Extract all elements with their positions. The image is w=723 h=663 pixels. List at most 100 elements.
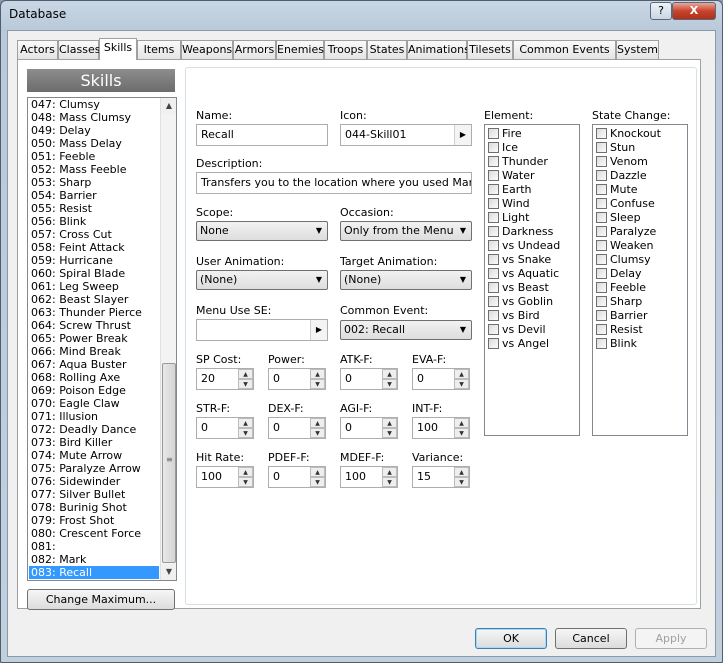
- spin-up-icon[interactable]: ▲: [238, 418, 253, 428]
- checkbox-icon[interactable]: [596, 268, 607, 279]
- dex-f-stepper[interactable]: 0 ▲ ▼: [268, 417, 326, 439]
- checkbox-icon[interactable]: [488, 296, 499, 307]
- list-item[interactable]: 047: Clumsy: [29, 98, 159, 111]
- list-item[interactable]: 079: Frost Shot: [29, 514, 159, 527]
- spin-up-icon[interactable]: ▲: [238, 467, 253, 477]
- checkbox-icon[interactable]: [596, 254, 607, 265]
- element-checkbox[interactable]: Thunder: [488, 155, 548, 169]
- tab-actors[interactable]: Actors: [17, 40, 58, 59]
- spin-up-icon[interactable]: ▲: [382, 467, 397, 477]
- checkbox-icon[interactable]: [596, 170, 607, 181]
- checkbox-icon[interactable]: [596, 226, 607, 237]
- list-item[interactable]: 081:: [29, 540, 159, 553]
- name-field[interactable]: Recall: [196, 124, 328, 146]
- checkbox-icon[interactable]: [596, 128, 607, 139]
- help-button[interactable]: ?: [650, 2, 672, 20]
- element-checkbox[interactable]: Darkness: [488, 225, 553, 239]
- hitrate-stepper[interactable]: 100 ▲ ▼: [196, 466, 254, 488]
- common-event-select[interactable]: 002: Recall ▼: [340, 320, 472, 340]
- scroll-up-arrow-icon[interactable]: ▲: [161, 98, 176, 114]
- icon-field[interactable]: 044-Skill01 ▶: [340, 124, 472, 146]
- checkbox-icon[interactable]: [488, 324, 499, 335]
- spin-down-icon[interactable]: ▼: [454, 428, 469, 438]
- list-item[interactable]: 057: Cross Cut: [29, 228, 159, 241]
- apply-button[interactable]: Apply: [635, 628, 707, 649]
- agi-f-stepper[interactable]: 0 ▲ ▼: [340, 417, 398, 439]
- tab-skills[interactable]: Skills: [99, 38, 137, 60]
- str-f-stepper[interactable]: 0 ▲ ▼: [196, 417, 254, 439]
- state-checkbox[interactable]: Sharp: [596, 295, 642, 309]
- list-item[interactable]: 071: Illusion: [29, 410, 159, 423]
- element-checkbox[interactable]: Earth: [488, 183, 532, 197]
- checkbox-icon[interactable]: [488, 254, 499, 265]
- list-item[interactable]: 072: Deadly Dance: [29, 423, 159, 436]
- list-item[interactable]: 063: Thunder Pierce: [29, 306, 159, 319]
- state-checkbox[interactable]: Clumsy: [596, 253, 651, 267]
- list-item[interactable]: 056: Blink: [29, 215, 159, 228]
- checkbox-icon[interactable]: [596, 282, 607, 293]
- checkbox-icon[interactable]: [596, 324, 607, 335]
- state-checkbox[interactable]: Paralyze: [596, 225, 656, 239]
- spcost-stepper[interactable]: 20 ▲ ▼: [196, 368, 254, 390]
- tab-items[interactable]: Items: [137, 40, 181, 59]
- spin-up-icon[interactable]: ▲: [454, 467, 469, 477]
- pdef-f-stepper[interactable]: 0 ▲ ▼: [268, 466, 326, 488]
- checkbox-icon[interactable]: [488, 184, 499, 195]
- list-item[interactable]: 069: Poison Edge: [29, 384, 159, 397]
- element-checkbox[interactable]: vs Goblin: [488, 295, 553, 309]
- spin-up-icon[interactable]: ▲: [238, 369, 253, 379]
- tab-weapons[interactable]: Weapons: [181, 40, 233, 59]
- list-item[interactable]: 078: Burinig Shot: [29, 501, 159, 514]
- list-item[interactable]: 065: Power Break: [29, 332, 159, 345]
- spin-down-icon[interactable]: ▼: [382, 477, 397, 487]
- spin-down-icon[interactable]: ▼: [382, 428, 397, 438]
- change-maximum-button[interactable]: Change Maximum...: [27, 589, 175, 610]
- list-item[interactable]: 060: Spiral Blade: [29, 267, 159, 280]
- tab-armors[interactable]: Armors: [233, 40, 276, 59]
- list-item[interactable]: 053: Sharp: [29, 176, 159, 189]
- list-item[interactable]: 058: Feint Attack: [29, 241, 159, 254]
- description-field[interactable]: Transfers you to the location where you …: [196, 172, 472, 194]
- element-checkbox[interactable]: vs Beast: [488, 281, 549, 295]
- spin-down-icon[interactable]: ▼: [310, 477, 325, 487]
- list-item[interactable]: 070: Eagle Claw: [29, 397, 159, 410]
- checkbox-icon[interactable]: [596, 240, 607, 251]
- scroll-down-arrow-icon[interactable]: ▼: [161, 564, 176, 580]
- checkbox-icon[interactable]: [488, 142, 499, 153]
- element-checkbox[interactable]: Water: [488, 169, 535, 183]
- element-checkbox[interactable]: vs Angel: [488, 337, 549, 351]
- tab-classes[interactable]: Classes: [58, 40, 100, 59]
- checkbox-icon[interactable]: [488, 128, 499, 139]
- variance-stepper[interactable]: 15 ▲ ▼: [412, 466, 470, 488]
- spin-up-icon[interactable]: ▲: [454, 418, 469, 428]
- list-item[interactable]: 067: Aqua Buster: [29, 358, 159, 371]
- state-checkbox[interactable]: Dazzle: [596, 169, 647, 183]
- spin-down-icon[interactable]: ▼: [238, 428, 253, 438]
- state-checkbox[interactable]: Mute: [596, 183, 638, 197]
- element-checkbox[interactable]: Fire: [488, 127, 522, 141]
- list-item[interactable]: 052: Mass Feeble: [29, 163, 159, 176]
- state-checkbox[interactable]: Sleep: [596, 211, 641, 225]
- element-checkbox[interactable]: vs Bird: [488, 309, 540, 323]
- checkbox-icon[interactable]: [596, 338, 607, 349]
- user-animation-select[interactable]: (None) ▼: [196, 270, 328, 290]
- state-checkbox[interactable]: Stun: [596, 141, 635, 155]
- spin-down-icon[interactable]: ▼: [310, 428, 325, 438]
- chevron-right-icon[interactable]: ▶: [454, 125, 471, 145]
- list-item[interactable]: 077: Silver Bullet: [29, 488, 159, 501]
- list-item[interactable]: 073: Bird Killer: [29, 436, 159, 449]
- element-checkbox[interactable]: vs Undead: [488, 239, 560, 253]
- scroll-thumb[interactable]: ≡: [162, 363, 176, 563]
- list-item[interactable]: 075: Paralyze Arrow: [29, 462, 159, 475]
- spin-down-icon[interactable]: ▼: [454, 379, 469, 389]
- checkbox-icon[interactable]: [488, 268, 499, 279]
- state-checkbox[interactable]: Knockout: [596, 127, 661, 141]
- mdef-f-stepper[interactable]: 100 ▲ ▼: [340, 466, 398, 488]
- list-item[interactable]: 068: Rolling Axe: [29, 371, 159, 384]
- checkbox-icon[interactable]: [596, 212, 607, 223]
- list-item[interactable]: 061: Leg Sweep: [29, 280, 159, 293]
- checkbox-icon[interactable]: [596, 198, 607, 209]
- spin-up-icon[interactable]: ▲: [382, 418, 397, 428]
- tab-common-events[interactable]: Common Events: [513, 40, 616, 59]
- element-checkbox[interactable]: vs Devil: [488, 323, 546, 337]
